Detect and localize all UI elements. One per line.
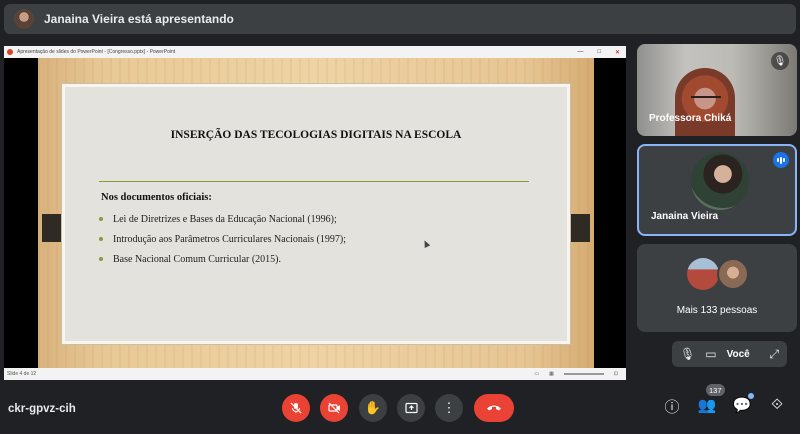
activities-icon[interactable]: ⟐ <box>766 396 788 413</box>
participant-name: Janaina Vieira <box>651 211 719 222</box>
maximize-icon[interactable]: □ <box>597 49 601 55</box>
presentation-stage: Apresentação de slides do PowerPoint - [… <box>4 46 626 380</box>
participant-video <box>675 68 735 136</box>
bullet-text: Lei de Diretrizes e Bases da Educação Na… <box>113 213 337 225</box>
camera-off-icon: ▭ <box>705 347 717 361</box>
camera-off-icon <box>327 402 340 414</box>
mic-off-icon: 🎙 <box>771 52 789 70</box>
presenter-banner: Janaina Vieira está apresentando <box>4 4 796 34</box>
meeting-info-icon[interactable]: ⓘ <box>661 396 683 417</box>
hand-icon: ✋ <box>364 400 382 415</box>
slide-content: INSERÇÃO DAS TECOLOGIAS DIGITAIS NA ESCO… <box>62 84 570 344</box>
participant-tile-others[interactable]: Mais 133 pessoas <box>637 244 797 332</box>
participant-name: Professora Chiká <box>649 113 732 124</box>
mic-off-icon: 🎙 <box>680 347 696 361</box>
bullet-icon <box>99 217 103 221</box>
bullet-icon <box>99 237 103 241</box>
slide-heading: INSERÇÃO DAS TECOLOGIAS DIGITAIS NA ESCO… <box>170 129 462 141</box>
minimize-icon[interactable]: — <box>577 49 583 55</box>
present-screen-icon <box>404 402 418 414</box>
presenter-avatar <box>14 9 34 29</box>
bullet-text: Introdução aos Parâmetros Curriculares N… <box>113 233 346 245</box>
more-options-button[interactable]: ⋮ <box>435 394 463 422</box>
leave-call-button[interactable] <box>474 394 514 422</box>
slide-counter: Slide 4 de 12 <box>7 371 37 377</box>
list-item: Base Nacional Comum Curricular (2015). <box>99 249 346 269</box>
mic-off-icon <box>290 402 302 414</box>
chat-notification-dot <box>748 393 754 399</box>
slide-frame: INSERÇÃO DAS TECOLOGIAS DIGITAIS NA ESCO… <box>38 58 594 368</box>
bottom-toolbar: ckr-gpvz-cih ✋ ⋮ ⓘ 137 👥 💬 ⟐ <box>0 384 800 434</box>
expand-icon[interactable]: ⤢ <box>769 347 779 362</box>
self-label: Você <box>726 348 750 360</box>
presenter-text: Janaina Vieira está apresentando <box>44 12 234 26</box>
camera-toggle-button[interactable] <box>320 394 348 422</box>
present-button[interactable] <box>397 394 425 422</box>
ppt-titlebar: Apresentação de slides do PowerPoint - [… <box>4 46 626 58</box>
end-call-icon <box>487 405 501 411</box>
participant-tile-janaina[interactable]: Janaina Vieira <box>637 144 797 236</box>
avatar <box>687 258 719 290</box>
bullet-icon <box>99 257 103 261</box>
avatar <box>717 258 749 290</box>
slide-subheading: Nos documentos oficiais: <box>101 192 212 203</box>
video-detail <box>691 96 721 100</box>
ppt-status-controls: ▭ ▦ ⊡ <box>534 368 618 380</box>
list-item: Lei de Diretrizes e Bases da Educação Na… <box>99 209 346 229</box>
ppt-window-title: Apresentação de slides do PowerPoint - [… <box>17 49 176 55</box>
slide-divider <box>99 181 529 182</box>
participant-tile-professora[interactable]: 🎙 Professora Chiká <box>637 44 797 136</box>
more-vert-icon: ⋮ <box>442 400 456 415</box>
meeting-code: ckr-gpvz-cih <box>8 403 76 415</box>
mic-toggle-button[interactable] <box>282 394 310 422</box>
raise-hand-button[interactable]: ✋ <box>359 394 387 422</box>
zoom-slider[interactable] <box>563 373 604 375</box>
view-sorter-icon[interactable]: ▦ <box>549 371 554 377</box>
meet-window: Janaina Vieira está apresentando Apresen… <box>0 0 800 434</box>
participant-count-label: Mais 133 pessoas <box>676 305 758 316</box>
slide-bullet-list: Lei de Diretrizes e Bases da Educação Na… <box>99 209 346 269</box>
ppt-statusbar: Slide 4 de 12 ▭ ▦ ⊡ <box>4 368 626 380</box>
bullet-text: Base Nacional Comum Curricular (2015). <box>113 253 282 265</box>
ppt-window-controls: — □ ✕ <box>577 46 620 58</box>
fit-icon[interactable]: ⊡ <box>614 371 618 377</box>
mouse-cursor-icon <box>421 239 431 248</box>
close-icon[interactable]: ✕ <box>615 49 620 56</box>
self-view-bar: 🎙 ▭ Você ⤢ <box>672 341 787 367</box>
list-item: Introdução aos Parâmetros Curriculares N… <box>99 229 346 249</box>
avatar <box>691 152 749 210</box>
speaking-indicator-icon <box>773 152 789 168</box>
people-count-badge: 137 <box>706 384 725 396</box>
people-icon[interactable]: 👥 <box>696 396 718 414</box>
view-normal-icon[interactable]: ▭ <box>534 371 539 377</box>
powerpoint-icon <box>7 49 13 55</box>
